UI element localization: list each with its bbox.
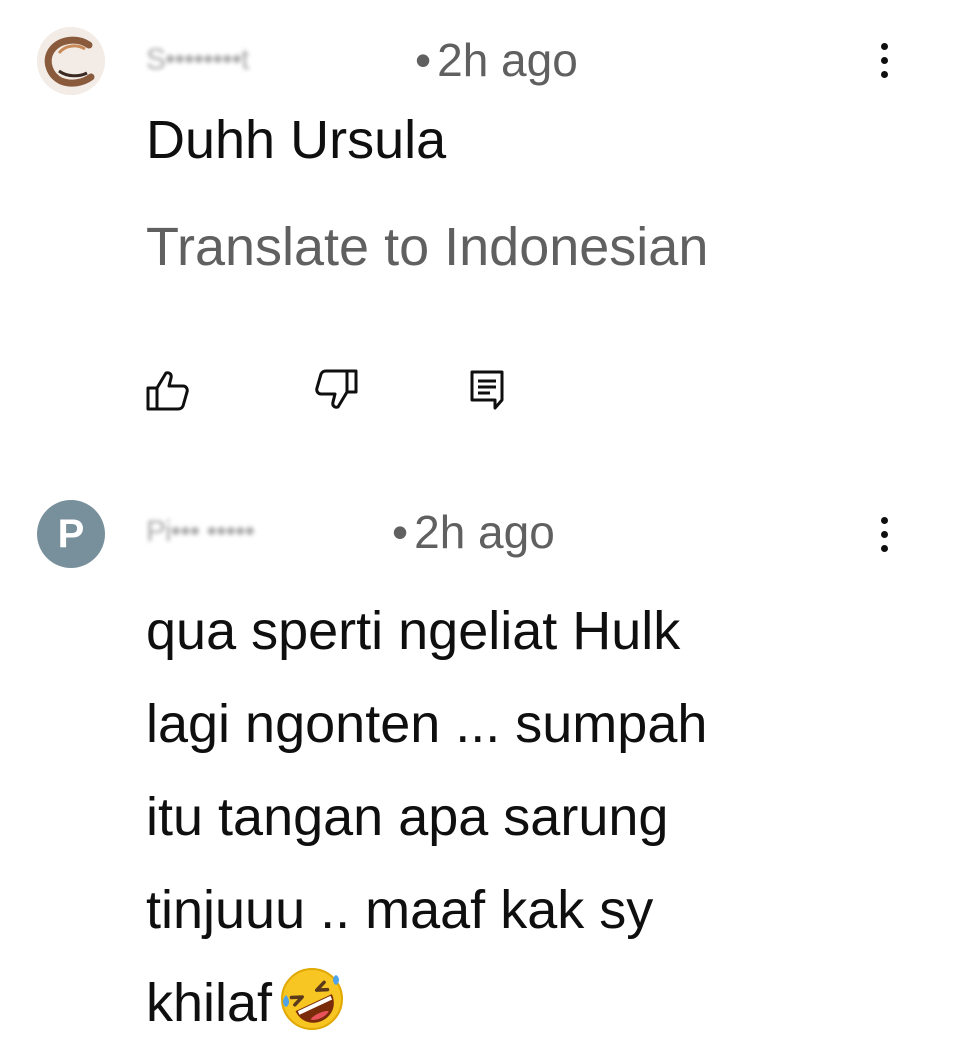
comment-item: S••••••••t • 2h ago Duhh Ursula Translat… — [0, 0, 957, 470]
more-vertical-icon[interactable] — [864, 504, 904, 564]
rolling-on-floor-laughing-emoji-icon — [278, 965, 346, 1033]
like-button[interactable] — [144, 368, 190, 412]
thumb-up-icon — [146, 371, 189, 411]
avatar-letter: P — [57, 512, 85, 556]
thumb-down-icon — [315, 369, 358, 409]
author-name[interactable]: S••••••••t — [146, 43, 411, 77]
avatar[interactable]: P — [37, 500, 105, 568]
comment-text-line: lagi ngonten ... sumpah — [146, 694, 708, 754]
comment-text: Duhh Ursula — [146, 110, 447, 170]
comment-text-line-last: khilaf — [146, 957, 846, 1050]
comment-text: qua sperti ngeliat Hulk lagi ngonten ...… — [146, 585, 846, 1050]
separator-dot: • — [415, 34, 432, 86]
comment-actions — [0, 360, 957, 420]
author-name[interactable]: Pi••• ••••• — [146, 515, 388, 549]
dislike-button[interactable] — [314, 368, 360, 412]
avatar-image — [37, 27, 105, 95]
comment-header: Pi••• ••••• • 2h ago — [146, 502, 555, 562]
comment-header: S••••••••t • 2h ago — [146, 30, 578, 90]
avatar[interactable] — [37, 27, 105, 95]
comment-text-line: tinjuuu .. maaf kak sy — [146, 880, 654, 940]
reply-button[interactable] — [466, 368, 512, 412]
comment-text-line: khilaf — [146, 973, 273, 1033]
comment-reply-icon — [470, 370, 504, 410]
comment-text-line: itu tangan apa sarung — [146, 787, 669, 847]
comment-text-line: qua sperti ngeliat Hulk — [146, 601, 681, 661]
timestamp: 2h ago — [437, 34, 578, 86]
timestamp: 2h ago — [414, 506, 555, 558]
more-vertical-icon[interactable] — [864, 30, 904, 90]
comment-item: P Pi••• ••••• • 2h ago qua sperti ngelia… — [0, 470, 957, 1033]
translate-link[interactable]: Translate to Indonesian — [146, 214, 708, 280]
separator-dot: • — [392, 506, 409, 558]
